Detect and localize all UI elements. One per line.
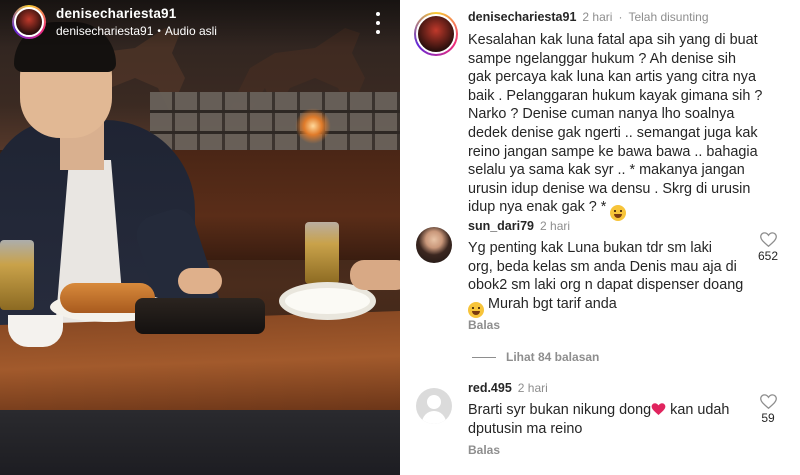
video-player[interactable]: denisechariesta91 denisechariesta91 • Au… — [0, 0, 400, 475]
comment-text: Yg penting kak Luna bukan tdr sm laki or… — [468, 239, 758, 318]
reply-button[interactable]: Balas — [468, 318, 500, 332]
avatar[interactable] — [416, 388, 452, 424]
heart-outline-icon — [759, 394, 777, 409]
comment-username[interactable]: sun_dari79 — [468, 219, 534, 233]
view-replies-button[interactable]: Lihat 84 balasan — [472, 350, 599, 364]
comment-username[interactable]: red.495 — [468, 381, 512, 395]
comment-meta: sun_dari79 2 hari — [468, 219, 570, 233]
beer-glass-left — [0, 240, 34, 310]
video-header: denisechariesta91 denisechariesta91 • Au… — [0, 0, 400, 48]
video-username[interactable]: denisechariesta91 — [56, 6, 176, 21]
video-subtitle: denisechariesta91 • Audio asli — [56, 24, 217, 38]
edited-label: Telah disunting — [628, 10, 709, 24]
heart-outline-icon — [759, 232, 777, 247]
beer-glass-right — [305, 222, 339, 284]
zany-face-emoji-icon: 🤪 — [610, 205, 627, 222]
more-vertical-icon[interactable] — [370, 10, 386, 36]
like-count: 652 — [757, 249, 779, 263]
sizzling-plate — [135, 298, 265, 334]
wall-lamp — [295, 108, 331, 144]
soup-cup — [8, 315, 63, 347]
comment-time: 2 hari — [540, 219, 571, 233]
caption-username[interactable]: denisechariesta91 — [468, 10, 576, 24]
reply-button[interactable]: Balas — [468, 443, 500, 457]
caption-text: Kesalahan kak luna fatal apa sih yang di… — [468, 31, 793, 222]
like-button[interactable]: 652 — [755, 232, 781, 263]
caption-meta: denisechariesta91 2 hari · Telah disunti… — [468, 10, 709, 24]
avatar[interactable] — [416, 227, 452, 263]
rice-plate — [285, 288, 370, 314]
laughing-emoji-icon: 😂 — [468, 301, 484, 318]
caption-time: 2 hari — [582, 10, 613, 24]
red-heart-icon — [651, 403, 666, 415]
like-button[interactable]: 59 — [755, 394, 781, 425]
audio-link[interactable]: Audio asli — [165, 24, 217, 38]
comment-text: Brarti syr bukan nikung dong kan udah dp… — [468, 402, 730, 437]
comments-panel: denisechariesta91 2 hari · Telah disunti… — [400, 0, 800, 475]
like-count: 59 — [761, 411, 775, 425]
avatar[interactable] — [414, 12, 458, 56]
video-subtitle-user[interactable]: denisechariesta91 — [56, 24, 153, 38]
comment-meta: red.495 2 hari — [468, 381, 548, 395]
comment-time: 2 hari — [517, 381, 548, 395]
avatar[interactable] — [12, 5, 46, 39]
